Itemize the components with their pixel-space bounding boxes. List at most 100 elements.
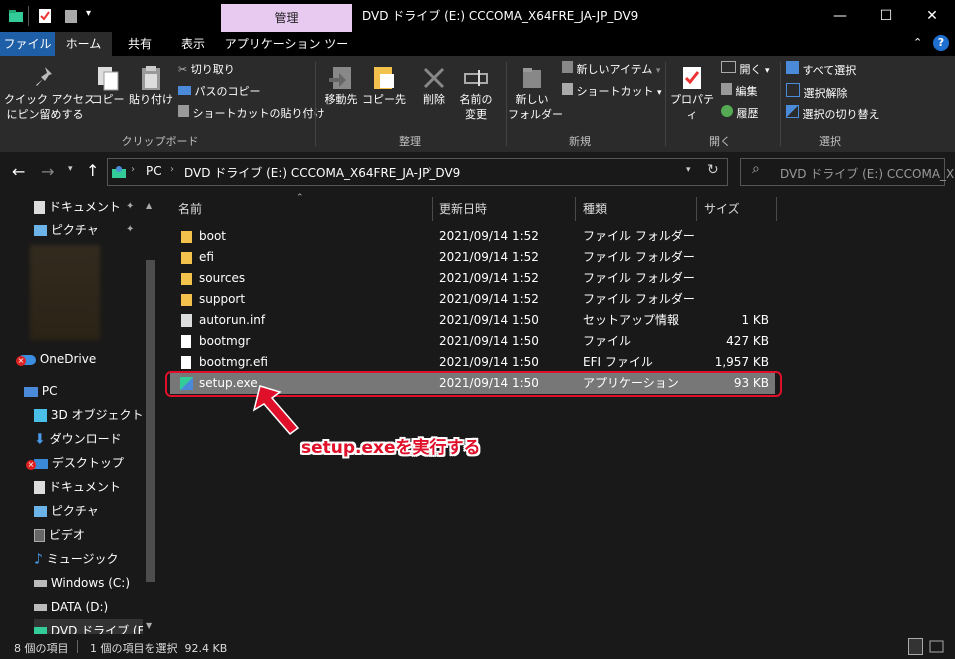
shortcut-button[interactable]: ショートカット ▾ (562, 83, 662, 103)
refresh-icon[interactable]: ↻ (707, 162, 719, 178)
sidebar-item-3d-objects[interactable]: 3D オブジェクト (34, 403, 144, 427)
tab-share[interactable]: 共有 (112, 32, 168, 56)
invert-selection-icon (786, 105, 799, 118)
organize-group-label: 整理 (399, 135, 421, 148)
sidebar-item-documents-pinned[interactable]: ドキュメント (34, 195, 121, 219)
column-separator[interactable] (696, 197, 697, 221)
address-history-chevron-icon[interactable]: ▾ (686, 165, 691, 175)
sidebar-item-data-d[interactable]: DATA (D:) (34, 595, 108, 619)
tab-view[interactable]: 表示 (168, 32, 218, 56)
sidebar-item-music[interactable]: ♪ ミュージック (34, 547, 119, 571)
pin-quick-access-button[interactable]: クイック アクセス にピン留めする (4, 64, 95, 122)
file-size: 1 KB (741, 313, 769, 327)
scissors-icon: ✂ (178, 63, 188, 76)
file-row[interactable]: autorun.inf 2021/09/14 1:50 セットアップ情報 1 K… (170, 310, 775, 331)
new-item-button[interactable]: 新しいアイテム ▾ (562, 61, 660, 81)
breadcrumb-dvd-drive[interactable]: DVD ドライブ (E:) CCCOMA_X64FRE_JA-JP_DV9 (184, 164, 460, 181)
properties-qat-icon[interactable] (38, 8, 52, 27)
scroll-down-icon[interactable]: ▼ (146, 621, 152, 630)
sidebar-item-videos[interactable]: ビデオ (34, 523, 85, 547)
details-view-icon[interactable] (908, 638, 923, 655)
minimize-button[interactable]: — (817, 0, 863, 32)
sidebar-label: ビデオ (48, 528, 85, 542)
file-modified: 2021/09/14 1:52 (439, 229, 539, 243)
sync-error-icon: × (16, 356, 26, 366)
qat-customize-icon[interactable]: ▾ (86, 8, 91, 19)
maximize-button[interactable]: ☐ (863, 0, 909, 32)
up-arrow-icon[interactable]: ↑ (86, 161, 99, 180)
pin-icon[interactable]: ✦ (126, 201, 134, 212)
paste-shortcut-button[interactable]: ショートカットの貼り付け (178, 105, 325, 125)
file-name: sources (199, 271, 246, 285)
sidebar-item-pictures[interactable]: ピクチャ (34, 499, 99, 523)
rename-button[interactable]: 名前の 変更 (454, 64, 498, 122)
sidebar-item-windows-c[interactable]: Windows (C:) (34, 571, 130, 595)
new-folder-button[interactable]: 新しい フォルダー (508, 64, 563, 122)
column-header-type[interactable]: 種類 (583, 197, 607, 221)
column-separator[interactable] (575, 197, 576, 221)
close-button[interactable]: ✕ (909, 0, 955, 32)
move-to-button[interactable]: 移動先 (320, 64, 362, 107)
invert-selection-button[interactable]: 選択の切り替え (786, 105, 880, 125)
paste-label: 貼り付け (129, 93, 173, 106)
scroll-up-icon[interactable]: ▲ (146, 201, 152, 210)
sidebar-item-onedrive[interactable]: OneDrive (18, 347, 96, 371)
back-arrow-icon[interactable]: ← (12, 162, 25, 181)
tab-app-tools[interactable]: アプリケーション ツール (221, 32, 352, 75)
tab-file[interactable]: ファイル (0, 32, 55, 56)
file-size: 1,957 KB (714, 355, 769, 369)
file-modified: 2021/09/14 1:52 (439, 271, 539, 285)
copy-label: コピー (91, 93, 125, 106)
history-icon (721, 105, 733, 117)
copy-to-button[interactable]: コピー先 (362, 64, 406, 107)
sync-error-icon: × (26, 460, 36, 470)
column-header-size[interactable]: サイズ (704, 197, 740, 221)
file-row[interactable]: bootmgr 2021/09/14 1:50 ファイル 427 KB (170, 331, 775, 352)
forward-arrow-icon[interactable]: → (41, 162, 54, 181)
file-row[interactable]: boot 2021/09/14 1:52 ファイル フォルダー (170, 226, 775, 247)
select-all-icon (786, 61, 799, 74)
pin-icon[interactable]: ✦ (126, 224, 134, 235)
edit-button[interactable]: 編集 (721, 83, 758, 103)
sidebar-label: Windows (C:) (50, 576, 130, 590)
column-separator[interactable] (432, 197, 433, 221)
desktop-icon (34, 458, 48, 469)
select-all-button[interactable]: すべて選択 (786, 61, 856, 81)
file-row[interactable]: support 2021/09/14 1:52 ファイル フォルダー (170, 289, 775, 310)
cut-button[interactable]: ✂ 切り取り (178, 61, 235, 81)
sidebar-item-pictures-pinned[interactable]: ピクチャ (34, 218, 99, 242)
navigation-scrollbar-thumb[interactable] (146, 260, 155, 582)
breadcrumb-pc[interactable]: PC (146, 164, 162, 178)
copy-button[interactable]: コピー (88, 64, 128, 107)
new-folder-qat-icon[interactable] (64, 8, 78, 27)
sidebar-item-desktop[interactable]: デスクトップ (34, 451, 124, 475)
open-button[interactable]: 開く ▾ (721, 61, 770, 81)
drive-icon (34, 580, 47, 587)
tab-home[interactable]: ホーム (55, 32, 112, 56)
column-header-modified[interactable]: 更新日時 (439, 197, 487, 221)
select-none-button[interactable]: 選択解除 (786, 83, 848, 103)
sidebar-item-documents[interactable]: ドキュメント (34, 475, 121, 499)
file-row[interactable]: efi 2021/09/14 1:52 ファイル フォルダー (170, 247, 775, 268)
file-row[interactable]: sources 2021/09/14 1:52 ファイル フォルダー (170, 268, 775, 289)
properties-label: プロパティ (670, 93, 714, 121)
large-icons-view-icon[interactable] (928, 638, 945, 655)
sidebar-item-pc[interactable]: PC (24, 379, 57, 403)
drive-icon (34, 604, 47, 611)
column-separator[interactable] (776, 197, 777, 221)
copy-path-button[interactable]: パスのコピー (178, 83, 261, 103)
paste-button[interactable]: 貼り付け (128, 64, 174, 107)
file-row[interactable]: bootmgr.efi 2021/09/14 1:50 EFI ファイル 1,9… (170, 352, 775, 373)
3d-objects-icon (34, 409, 47, 422)
history-button[interactable]: 履歴 (721, 105, 759, 125)
help-icon[interactable]: ? (933, 35, 949, 51)
properties-button[interactable]: プロパティ (667, 64, 717, 122)
recent-locations-chevron-icon[interactable]: ▾ (68, 164, 73, 174)
sidebar-item-downloads[interactable]: ⬇ ダウンロード (34, 427, 122, 451)
delete-button[interactable]: 削除 (414, 64, 454, 107)
column-header-name[interactable]: 名前 (178, 197, 202, 221)
paste-icon (142, 66, 160, 90)
collapse-ribbon-icon[interactable]: ⌃ (913, 36, 922, 49)
rename-label: 名前の 変更 (459, 93, 493, 121)
shortcut-icon (562, 83, 573, 95)
